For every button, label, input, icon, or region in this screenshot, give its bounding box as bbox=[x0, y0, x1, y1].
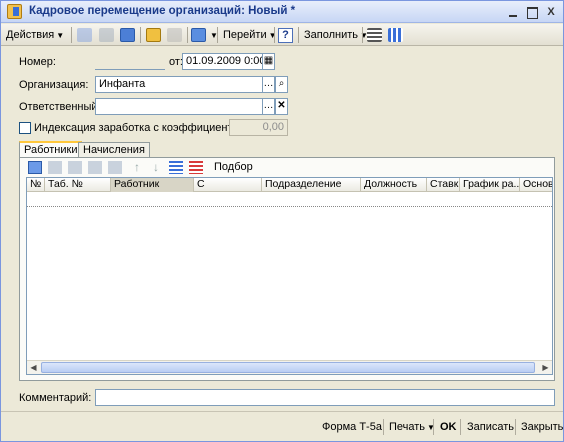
select-ellipsis-icon[interactable]: … bbox=[262, 76, 275, 93]
toolbar-divider bbox=[187, 27, 188, 43]
number-field[interactable] bbox=[95, 53, 165, 70]
toolbar-divider bbox=[383, 419, 384, 435]
comment-label: Комментарий: bbox=[19, 392, 92, 404]
edit-icon[interactable] bbox=[99, 28, 114, 42]
close-icon[interactable]: X bbox=[544, 5, 558, 19]
tab-employees[interactable]: Работники bbox=[19, 141, 83, 158]
fill-label: Заполнить bbox=[304, 29, 359, 41]
arrow-down-icon[interactable]: ↓ bbox=[149, 161, 163, 174]
scroll-right-icon[interactable]: ▶ bbox=[539, 362, 552, 374]
minimize-icon[interactable] bbox=[506, 5, 520, 19]
scrollbar-thumb[interactable] bbox=[41, 362, 535, 373]
delete-row-icon[interactable] bbox=[88, 161, 102, 174]
list-icon[interactable] bbox=[367, 28, 382, 42]
clear-icon[interactable]: ✕ bbox=[275, 98, 288, 115]
bottom-action-bar: Форма Т-5а Печать ▼ OK Записать Закрыть bbox=[1, 411, 563, 441]
copy-row-icon[interactable] bbox=[48, 161, 62, 174]
settings-icon[interactable] bbox=[388, 28, 403, 42]
tab-accruals[interactable]: Начисления bbox=[78, 142, 150, 158]
sort-ascending-icon[interactable] bbox=[169, 161, 183, 174]
window-title: Кадровое перемещение организаций: Новый … bbox=[29, 5, 296, 17]
organization-label: Организация: bbox=[19, 79, 89, 91]
tab-panel-employees: ↑ ↓ Подбор № Таб. № Работник С Подраздел… bbox=[19, 157, 555, 381]
column-header[interactable]: График ра... bbox=[460, 178, 520, 192]
indexation-label: Индексация заработка с коэффициентом: bbox=[34, 122, 250, 134]
maximize-icon[interactable] bbox=[525, 5, 539, 19]
column-header[interactable]: Таб. № bbox=[45, 178, 111, 192]
document-icon bbox=[7, 4, 22, 19]
calendar-icon[interactable]: ▦ bbox=[262, 53, 275, 70]
toolbar-divider bbox=[298, 27, 299, 43]
help-icon[interactable]: ? bbox=[278, 28, 293, 43]
toolbar-divider bbox=[217, 27, 218, 43]
responsible-label: Ответственный: bbox=[19, 101, 101, 113]
search-icon[interactable]: ⌕ bbox=[275, 76, 288, 93]
table-header: № Таб. № Работник С Подразделение Должно… bbox=[27, 178, 552, 192]
scroll-left-icon[interactable]: ◀ bbox=[27, 362, 40, 374]
unpost-document-icon[interactable] bbox=[167, 28, 182, 42]
sort-descending-icon[interactable] bbox=[189, 161, 203, 174]
select-button[interactable]: Подбор bbox=[214, 161, 253, 173]
chevron-down-icon[interactable]: ▼ bbox=[207, 27, 221, 44]
add-row-icon[interactable] bbox=[28, 161, 42, 174]
date-field[interactable]: 01.09.2009 0:00:00 bbox=[182, 53, 263, 70]
save-button[interactable]: Записать bbox=[467, 421, 514, 433]
toolbar-divider bbox=[460, 419, 461, 435]
select-ellipsis-icon[interactable]: … bbox=[262, 98, 275, 115]
column-header[interactable]: Работник bbox=[111, 178, 194, 192]
responsible-field[interactable] bbox=[95, 98, 263, 115]
actions-label: Действия bbox=[6, 29, 55, 41]
close-button[interactable]: Закрыть bbox=[521, 421, 563, 433]
grid-toolbar: ↑ ↓ Подбор bbox=[20, 158, 554, 178]
title-bar[interactable]: Кадровое перемещение организаций: Новый … bbox=[1, 1, 563, 23]
main-toolbar: Действия ▼ ▼ Перейти ▼ ? Заполнить ▼ bbox=[1, 24, 563, 46]
toolbar-divider bbox=[362, 27, 363, 43]
structure-icon[interactable] bbox=[191, 28, 206, 42]
goto-label: Перейти bbox=[223, 29, 267, 41]
date-label: от: bbox=[169, 56, 183, 68]
column-header[interactable]: Ставка bbox=[427, 178, 460, 192]
edit-row-icon[interactable] bbox=[68, 161, 82, 174]
toolbar-divider bbox=[140, 27, 141, 43]
print-label: Печать bbox=[389, 421, 426, 433]
end-edit-icon[interactable] bbox=[108, 161, 122, 174]
chevron-down-icon: ▼ bbox=[56, 31, 65, 40]
organization-field[interactable]: Инфанта bbox=[95, 76, 263, 93]
employees-table[interactable]: № Таб. № Работник С Подразделение Должно… bbox=[26, 177, 553, 375]
toolbar-divider bbox=[515, 419, 516, 435]
column-header[interactable]: Подразделение bbox=[262, 178, 361, 192]
document-window: Кадровое перемещение организаций: Новый … bbox=[0, 0, 564, 442]
post-document-icon[interactable] bbox=[146, 28, 161, 42]
fill-menu[interactable]: Заполнить ▼ bbox=[301, 27, 371, 44]
refresh-icon[interactable] bbox=[120, 28, 135, 42]
table-row[interactable] bbox=[27, 193, 552, 207]
goto-menu[interactable]: Перейти ▼ bbox=[220, 27, 280, 44]
number-label: Номер: bbox=[19, 56, 56, 68]
actions-menu[interactable]: Действия ▼ bbox=[3, 27, 67, 44]
column-header[interactable]: № bbox=[27, 178, 45, 192]
indexation-checkbox[interactable] bbox=[19, 122, 31, 134]
ok-button[interactable]: OK bbox=[440, 421, 457, 433]
horizontal-scrollbar[interactable]: ◀ ▶ bbox=[27, 360, 552, 374]
column-header[interactable]: С bbox=[194, 178, 262, 192]
column-header[interactable]: Должность bbox=[361, 178, 427, 192]
print-menu[interactable]: Печать ▼ bbox=[389, 421, 435, 433]
comment-field[interactable] bbox=[95, 389, 555, 406]
toolbar-divider bbox=[433, 419, 434, 435]
indexation-coefficient-field: 0,00 bbox=[229, 119, 288, 136]
column-header[interactable]: Основ bbox=[520, 178, 552, 192]
form-t5a-button[interactable]: Форма Т-5а bbox=[322, 421, 382, 433]
add-copy-icon[interactable] bbox=[77, 28, 92, 42]
toolbar-divider bbox=[274, 27, 275, 43]
arrow-up-icon[interactable]: ↑ bbox=[130, 161, 144, 174]
chevron-down-icon: ▼ bbox=[268, 31, 277, 40]
toolbar-divider bbox=[71, 27, 72, 43]
